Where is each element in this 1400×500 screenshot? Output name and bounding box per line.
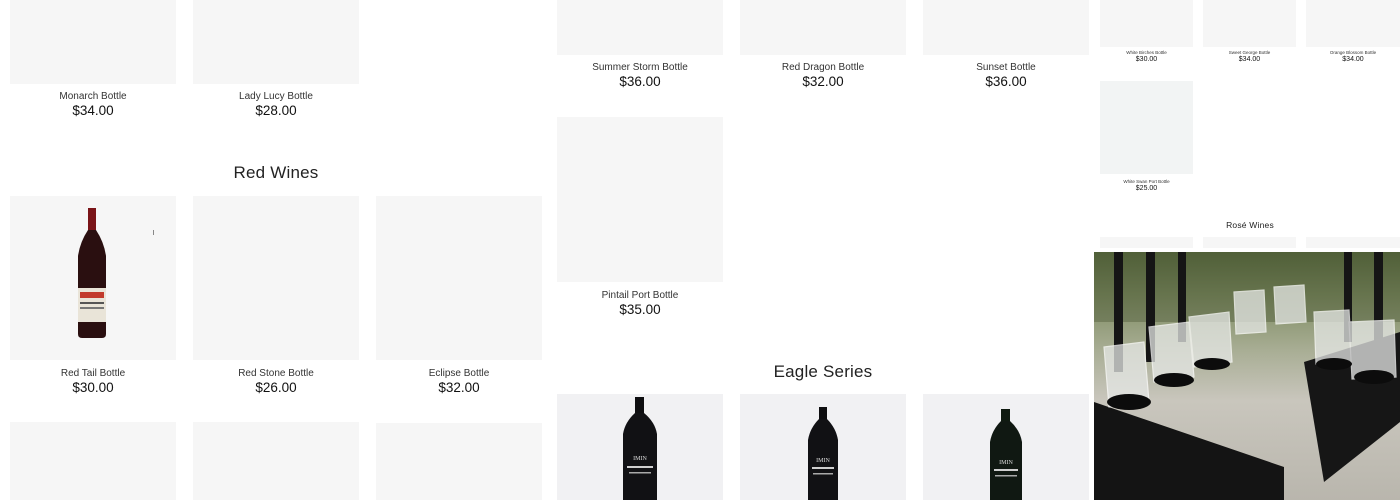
product-card-summer-storm[interactable]: Summer Storm Bottle $36.00 <box>557 0 723 92</box>
product-price: $34.00 <box>1238 56 1261 63</box>
product-price: $34.00 <box>72 103 114 118</box>
product-card[interactable] <box>10 422 176 500</box>
product-price: $36.00 <box>619 74 661 89</box>
product-card-eagle-2[interactable]: IMIN <box>740 394 906 500</box>
product-image[interactable] <box>1100 0 1193 47</box>
product-name: Summer Storm Bottle <box>592 62 688 73</box>
product-price: $30.00 <box>1135 56 1158 63</box>
product-image[interactable] <box>10 0 176 84</box>
product-card-red-dragon[interactable]: Red Dragon Bottle $32.00 <box>740 0 906 92</box>
wine-bottle-icon: IMIN <box>990 409 1022 500</box>
product-image[interactable] <box>1100 81 1193 174</box>
product-price: $32.00 <box>802 74 844 89</box>
product-name: Eclipse Bottle <box>428 368 490 379</box>
svg-text:IMIN: IMIN <box>633 456 647 462</box>
product-image[interactable]: IMIN <box>740 394 906 500</box>
product-image[interactable] <box>376 196 542 360</box>
product-card-red-stone[interactable]: Red Stone Bottle $26.00 <box>193 196 359 396</box>
product-card-red-tail[interactable]: Red Tail Bottle $30.00 <box>10 196 176 396</box>
product-price: $35.00 <box>619 302 661 317</box>
product-card[interactable] <box>1100 237 1193 248</box>
product-name: White Swan Port Bottle <box>1123 179 1170 184</box>
product-name: Pintail Port Bottle <box>601 290 679 301</box>
product-name: White Birches Bottle <box>1126 50 1167 55</box>
product-image[interactable] <box>10 422 176 500</box>
product-image[interactable] <box>923 0 1089 55</box>
product-card-sweet-george[interactable]: Sweet George Bottle $34.00 <box>1203 0 1296 68</box>
product-image[interactable]: IMIN <box>557 394 723 500</box>
wine-bottle-icon: IMIN <box>808 407 838 500</box>
product-card-eagle-3[interactable]: IMIN <box>923 394 1089 500</box>
product-card-eagle-1[interactable]: IMIN <box>557 394 723 500</box>
product-price: $32.00 <box>438 380 480 395</box>
product-card-eclipse[interactable]: Eclipse Bottle $32.00 <box>376 196 542 396</box>
product-name: Red Dragon Bottle <box>781 62 865 73</box>
product-price: $25.00 <box>1135 185 1158 192</box>
section-title-red-wines: Red Wines <box>233 163 319 182</box>
product-card[interactable] <box>1203 237 1296 248</box>
wine-bottle-icon <box>78 208 154 338</box>
product-image[interactable] <box>1203 0 1296 47</box>
product-card[interactable] <box>193 422 359 500</box>
product-price: $34.00 <box>1342 56 1364 63</box>
product-name: Red Stone Bottle <box>238 368 314 379</box>
product-price: $26.00 <box>255 380 297 395</box>
product-image[interactable]: IMIN <box>923 394 1089 500</box>
product-image[interactable] <box>193 422 359 500</box>
section-title-eagle-series: Eagle Series <box>773 362 873 381</box>
product-name: Monarch Bottle <box>59 91 127 102</box>
product-price: $28.00 <box>255 103 297 118</box>
product-name: Red Tail Bottle <box>60 368 126 379</box>
section-title-rose-wines: Rosé Wines <box>1226 220 1274 230</box>
product-image[interactable] <box>193 0 359 84</box>
tasting-flight-photo <box>1094 252 1400 500</box>
svg-text:IMIN: IMIN <box>816 458 830 464</box>
product-card-white-swan-port[interactable]: White Swan Port Bottle $25.00 <box>1100 81 1193 195</box>
product-card[interactable] <box>376 423 542 500</box>
product-card[interactable] <box>1306 237 1400 248</box>
wine-bottle-icon: IMIN <box>623 397 657 500</box>
product-image[interactable] <box>557 117 723 282</box>
product-card-monarch[interactable]: Monarch Bottle $34.00 <box>10 0 176 120</box>
product-image[interactable] <box>740 0 906 55</box>
product-card-lady-lucy[interactable]: Lady Lucy Bottle $28.00 <box>193 0 359 120</box>
product-image[interactable] <box>557 0 723 55</box>
product-name: Orange Blossom Bottle <box>1329 50 1377 55</box>
product-card-white-birches[interactable]: White Birches Bottle $30.00 <box>1100 0 1193 68</box>
product-name: Sunset Bottle <box>976 62 1036 73</box>
product-image[interactable] <box>1306 0 1400 47</box>
product-image[interactable] <box>193 196 359 360</box>
product-image[interactable] <box>10 196 176 360</box>
product-name: Sweet George Bottle <box>1228 50 1271 55</box>
product-name: Lady Lucy Bottle <box>239 91 313 102</box>
product-price: $36.00 <box>985 74 1027 89</box>
product-card-orange-blossom[interactable]: Orange Blossom Bottle $34.00 <box>1306 0 1400 68</box>
svg-text:IMIN: IMIN <box>999 460 1013 466</box>
product-price: $30.00 <box>72 380 114 395</box>
product-card-pintail-port[interactable]: Pintail Port Bottle $35.00 <box>557 117 723 317</box>
product-card-sunset[interactable]: Sunset Bottle $36.00 <box>923 0 1089 92</box>
product-image[interactable] <box>376 423 542 500</box>
wine-glasses-image <box>1094 252 1400 500</box>
